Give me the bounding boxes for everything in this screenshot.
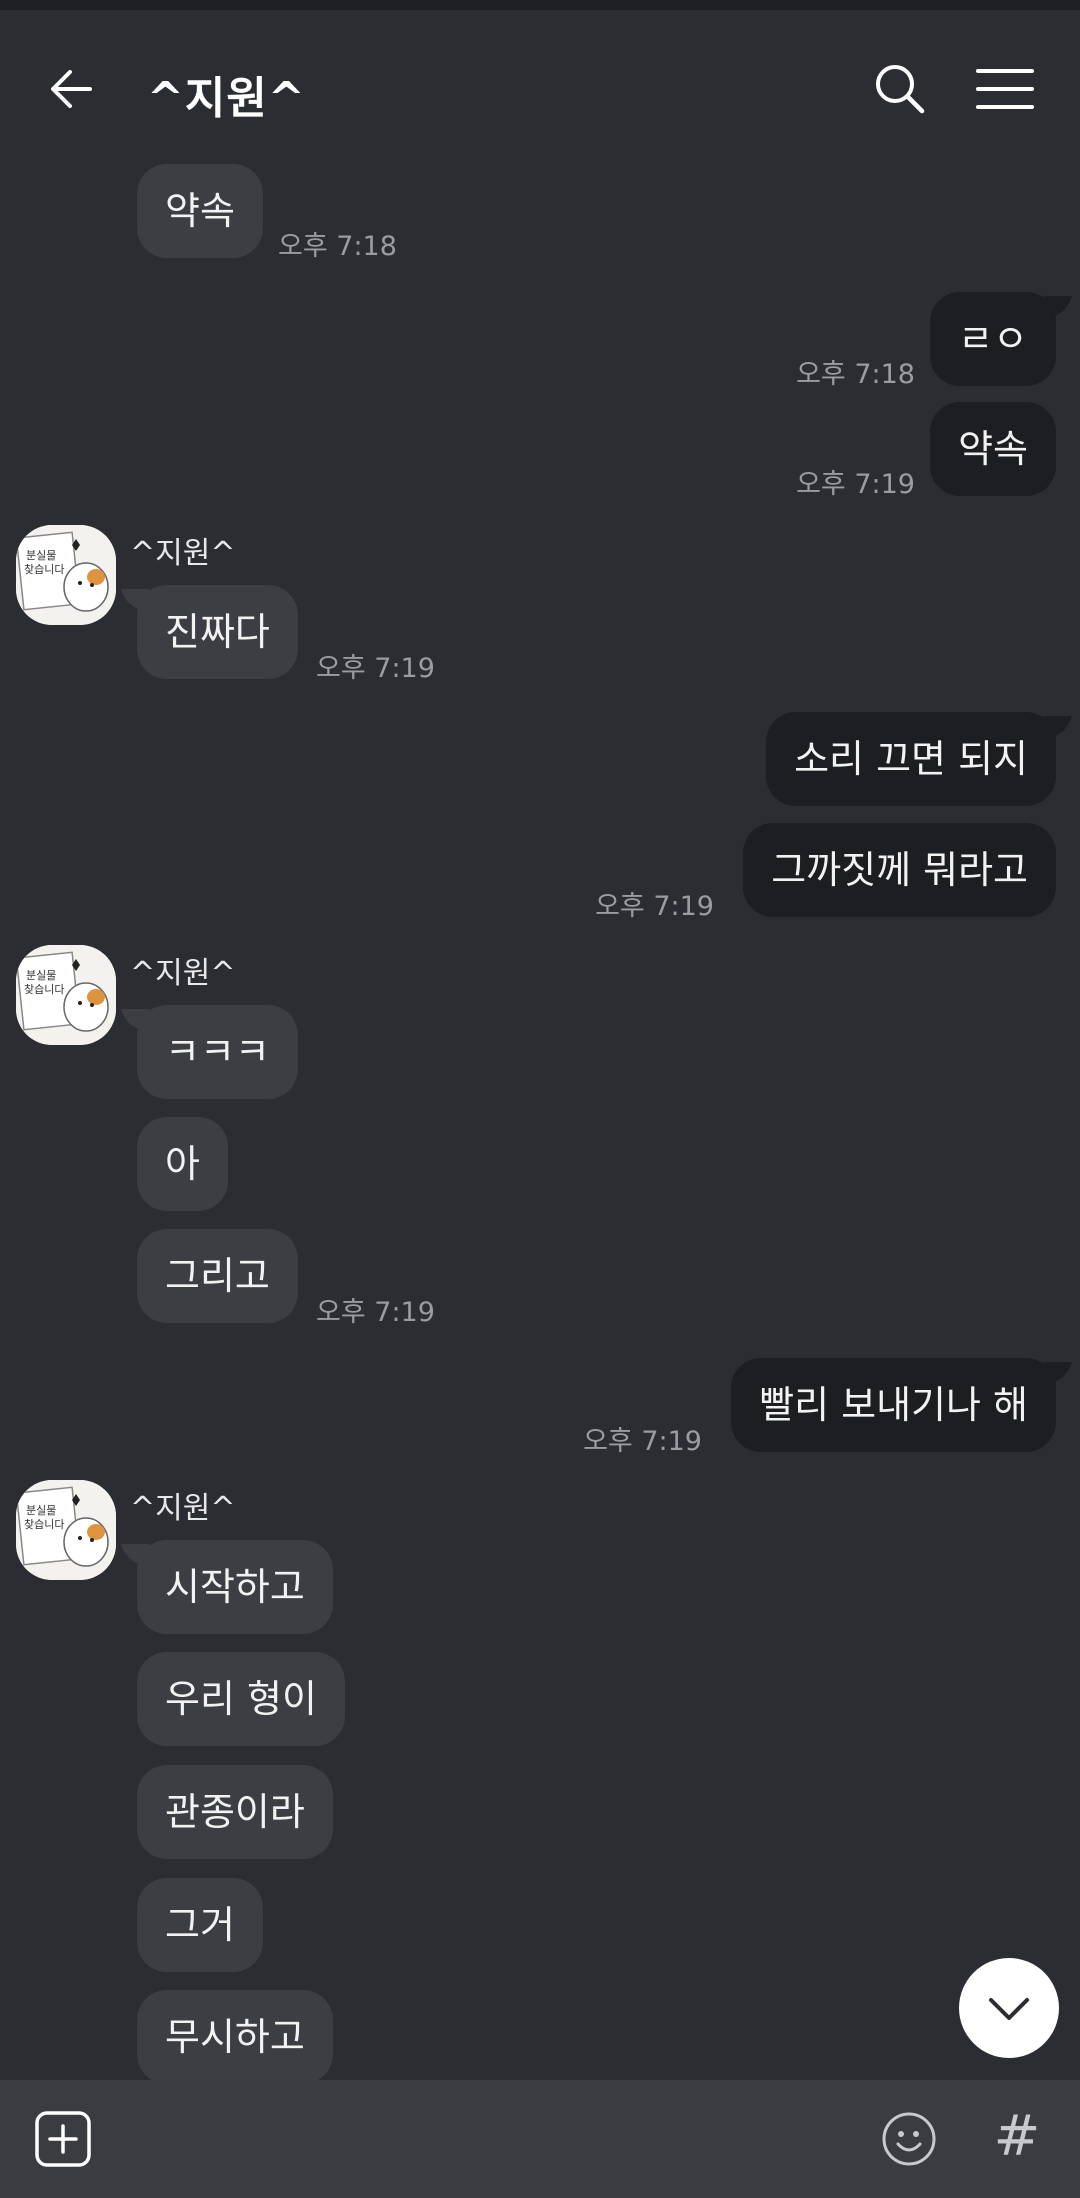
emoji-smile-icon [882,2112,936,2166]
avatar[interactable]: 분실물 찾습니다 [16,1480,116,1580]
svg-text:분실물: 분실물 [26,1504,56,1517]
chat-header: ^지원^ [0,10,1080,160]
message-bubble[interactable]: 그리고 [137,1229,298,1323]
arrow-left-icon [51,70,92,108]
message-bubble[interactable]: 약속 [930,402,1056,496]
hashtag-button[interactable]: # [990,2102,1044,2172]
message-time: 오후 7:18 [278,231,397,262]
message-bubble[interactable]: 약속 [137,164,263,258]
message-bubble[interactable]: 아 [137,1117,228,1211]
back-button[interactable] [40,55,108,123]
message-time: 오후 7:19 [316,1297,435,1328]
message-time: 오후 7:19 [316,653,435,684]
sender-name: ^지원^ [130,1491,236,1526]
hamburger-menu-icon [976,69,1034,109]
avatar-image: 분실물 찾습니다 [16,525,116,625]
status-bar [0,0,1080,10]
menu-button[interactable] [970,55,1042,123]
message-bubble[interactable]: 무시하고 [137,1990,333,2084]
message-bubble[interactable]: 빨리 보내기나 해 [731,1358,1056,1452]
message-bubble[interactable]: 진짜다 [137,585,298,679]
avatar-image: 분실물 찾습니다 [16,945,116,1045]
avatar[interactable]: 분실물 찾습니다 [16,525,116,625]
message-time: 오후 7:19 [595,891,714,922]
message-bubble[interactable]: ㄹㅇ [930,292,1056,386]
svg-text:분실물: 분실물 [26,969,56,982]
message-bubble[interactable]: 시작하고 [137,1540,333,1634]
svg-text:찾습니다: 찾습니다 [24,563,64,576]
message-bubble[interactable]: 관종이라 [137,1765,333,1859]
search-button[interactable] [866,55,934,123]
message-time: 오후 7:19 [796,469,915,500]
message-bubble[interactable]: 그거 [137,1878,263,1972]
attach-button[interactable] [34,2110,92,2168]
avatar-image: 분실물 찾습니다 [16,1480,116,1580]
svg-text:찾습니다: 찾습니다 [24,1518,64,1531]
avatar[interactable]: 분실물 찾습니다 [16,945,116,1045]
message-bubble[interactable]: 소리 끄면 되지 [766,712,1056,806]
message-bubble[interactable]: ㅋㅋㅋ [137,1005,298,1099]
message-input-bar: # [0,2080,1080,2198]
emoji-button[interactable] [880,2110,938,2168]
scroll-to-bottom-button[interactable] [959,1958,1059,2058]
svg-text:찾습니다: 찾습니다 [24,983,64,996]
message-list[interactable]: 약속 오후 7:18 ㄹㅇ 오후 7:18 약속 오후 7:19 분실물 찾습니… [0,160,1080,2084]
chat-title: ^지원^ [147,73,306,124]
message-bubble[interactable]: 우리 형이 [137,1652,345,1746]
search-icon [876,65,925,114]
sender-name: ^지원^ [130,536,236,571]
message-bubble[interactable]: 그까짓께 뭐라고 [743,823,1056,917]
message-time: 오후 7:18 [796,359,915,390]
plus-square-icon [35,2111,91,2167]
message-time: 오후 7:19 [583,1426,702,1457]
sender-name: ^지원^ [130,956,236,991]
chevron-down-icon [989,1998,1029,2020]
svg-text:분실물: 분실물 [26,549,56,562]
